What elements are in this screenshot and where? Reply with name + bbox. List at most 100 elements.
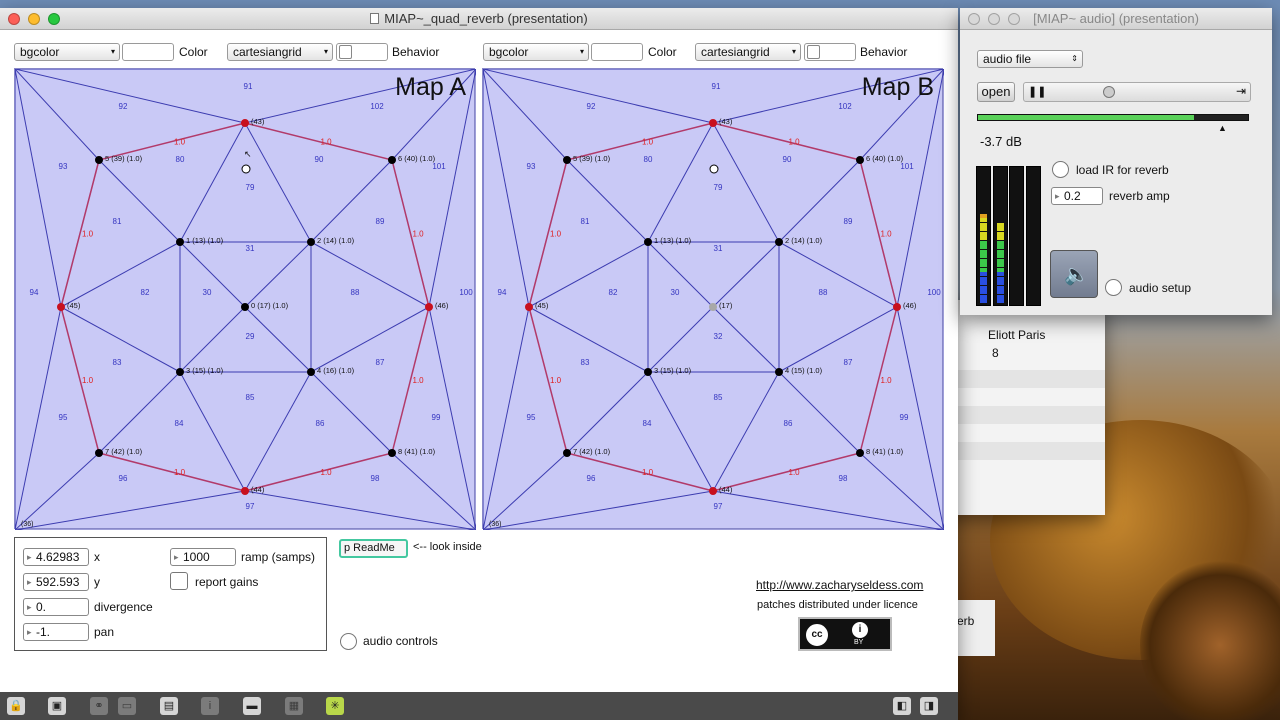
speaker-node[interactable] xyxy=(563,156,571,164)
node-label: 8 (41) (1.0) xyxy=(866,447,904,456)
speaker-node[interactable] xyxy=(856,156,864,164)
source-position-marker[interactable] xyxy=(709,164,719,174)
behavior-toggle[interactable] xyxy=(804,43,856,61)
debug-icon[interactable]: ▤ xyxy=(160,697,178,715)
speaker-node[interactable] xyxy=(307,368,315,376)
right-pane-icon[interactable]: ◨ xyxy=(920,697,938,715)
speaker-node[interactable] xyxy=(241,119,249,127)
playback-bar[interactable]: ❚❚ ⇥ xyxy=(1023,82,1251,102)
speaker-node[interactable] xyxy=(176,368,184,376)
region-label: 99 xyxy=(432,413,441,422)
bgcolor-menu[interactable]: bgcolor ▾ xyxy=(14,43,120,61)
load-ir-label: load IR for reverb xyxy=(1076,163,1169,177)
speaker-node[interactable] xyxy=(709,119,717,127)
readme-button[interactable]: p ReadMe xyxy=(339,539,408,558)
object-icon[interactable]: ▭ xyxy=(118,697,136,715)
playback-position-knob[interactable] xyxy=(1102,86,1115,98)
speaker-node[interactable] xyxy=(241,303,249,311)
speaker-node[interactable] xyxy=(525,303,533,311)
load-ir-toggle[interactable] xyxy=(1052,161,1069,178)
speaker-node[interactable] xyxy=(95,449,103,457)
author-url-link[interactable]: http://www.zacharyseldess.com xyxy=(756,578,923,592)
graph-edge xyxy=(244,306,312,373)
map-b-graph[interactable]: 1.0 1.0 1.0 1.0 1.0 1.0 1.0 1.0 92 102 80 90 93 101 79… xyxy=(483,69,944,530)
behavior-menu[interactable]: cartesiangrid ▾ xyxy=(227,43,333,61)
report-gains-toggle[interactable] xyxy=(170,572,188,590)
speaker-node[interactable] xyxy=(644,238,652,246)
speaker-node[interactable] xyxy=(388,156,396,164)
speaker-node[interactable] xyxy=(644,368,652,376)
ramp-number-box[interactable]: 1000 xyxy=(170,548,236,566)
minimize-button[interactable] xyxy=(988,13,1000,25)
audio-source-menu[interactable]: audio file ⇕ xyxy=(977,50,1083,68)
cc-by-badge[interactable]: cc i BY xyxy=(798,617,892,651)
speaker-node[interactable] xyxy=(57,303,65,311)
behavior-menu[interactable]: cartesiangrid ▾ xyxy=(695,43,801,61)
node-label: 6 (40) (1.0) xyxy=(866,154,904,163)
grid-icon[interactable]: ▦ xyxy=(285,697,303,715)
node-label: (46) xyxy=(435,301,449,310)
zoom-button[interactable] xyxy=(1008,13,1020,25)
weighted-edge xyxy=(712,452,861,492)
pause-icon[interactable]: ❚❚ xyxy=(1028,85,1046,98)
speaker-node[interactable] xyxy=(388,449,396,457)
forward-arrow-icon[interactable]: ⇥ xyxy=(1236,84,1246,98)
node-label: (46) xyxy=(903,301,917,310)
patcher-icon[interactable]: ▬ xyxy=(243,697,261,715)
extras-icon[interactable]: ✳ xyxy=(326,697,344,715)
audio-setup-toggle[interactable] xyxy=(1105,279,1122,296)
speaker-node[interactable] xyxy=(95,156,103,164)
pan-number-box[interactable]: -1. xyxy=(23,623,89,641)
map-a-panel[interactable]: 1.0 1.0 1.0 1.0 1.0 1.0 1.0 1.0 92 102 80 90 93 101 79… xyxy=(14,68,476,530)
minimize-button[interactable] xyxy=(28,13,40,25)
speaker-button[interactable]: 🔈 xyxy=(1050,250,1098,298)
presentation-mode-icon[interactable]: ▣ xyxy=(48,697,66,715)
audio-controls-toggle[interactable] xyxy=(340,633,357,650)
titlebar[interactable]: [MIAP~ audio] (presentation) xyxy=(960,8,1272,30)
audio-setup-label: audio setup xyxy=(1129,281,1192,295)
region-label: 29 xyxy=(246,332,255,341)
color-swatch[interactable] xyxy=(122,43,174,61)
speaker-node[interactable] xyxy=(856,449,864,457)
close-button[interactable] xyxy=(8,13,20,25)
reverb-amp-number-box[interactable]: 0.2 xyxy=(1051,187,1103,205)
speaker-node[interactable] xyxy=(775,238,783,246)
left-pane-icon[interactable]: ◧ xyxy=(893,697,911,715)
speaker-node[interactable] xyxy=(709,303,717,311)
map-a-graph[interactable]: 1.0 1.0 1.0 1.0 1.0 1.0 1.0 1.0 92 102 80 90 93 101 79… xyxy=(15,69,476,530)
info-icon[interactable]: i xyxy=(201,697,219,715)
source-position-marker[interactable] xyxy=(241,164,251,174)
titlebar[interactable]: MIAP~_quad_reverb (presentation) xyxy=(0,8,958,30)
speaker-node[interactable] xyxy=(241,487,249,495)
map-b-panel[interactable]: 1.0 1.0 1.0 1.0 1.0 1.0 1.0 1.0 92 102 80 90 93 101 79… xyxy=(482,68,944,530)
region-label: 30 xyxy=(203,288,212,297)
region-label: 84 xyxy=(643,419,652,428)
bgcolor-menu[interactable]: bgcolor ▾ xyxy=(483,43,589,61)
open-button[interactable]: open xyxy=(977,82,1015,102)
y-number-box[interactable]: 592.593 xyxy=(23,573,89,591)
speaker-node[interactable] xyxy=(176,238,184,246)
speaker-node[interactable] xyxy=(563,449,571,457)
report-gains-label: report gains xyxy=(195,575,259,589)
meter-segment xyxy=(997,254,1004,258)
link-icon[interactable]: ⚭ xyxy=(90,697,108,715)
divergence-number-box[interactable]: 0. xyxy=(23,598,89,616)
lock-icon[interactable]: 🔒 xyxy=(7,697,25,715)
node-label: (36) xyxy=(21,521,33,528)
zoom-button[interactable] xyxy=(48,13,60,25)
close-button[interactable] xyxy=(968,13,980,25)
speaker-node[interactable] xyxy=(307,238,315,246)
behavior-toggle[interactable] xyxy=(336,43,388,61)
x-number-box[interactable]: 4.62983 xyxy=(23,548,89,566)
region-label: 96 xyxy=(119,474,128,483)
gain-fill xyxy=(978,115,1194,120)
speaker-node[interactable] xyxy=(709,487,717,495)
graph-edge xyxy=(647,122,714,243)
color-swatch[interactable] xyxy=(591,43,643,61)
speaker-node[interactable] xyxy=(425,303,433,311)
speaker-node[interactable] xyxy=(893,303,901,311)
graph-edge xyxy=(60,241,181,308)
gain-slider[interactable] xyxy=(977,114,1249,121)
speaker-node[interactable] xyxy=(775,368,783,376)
node-label: 5 (39) (1.0) xyxy=(105,154,143,163)
